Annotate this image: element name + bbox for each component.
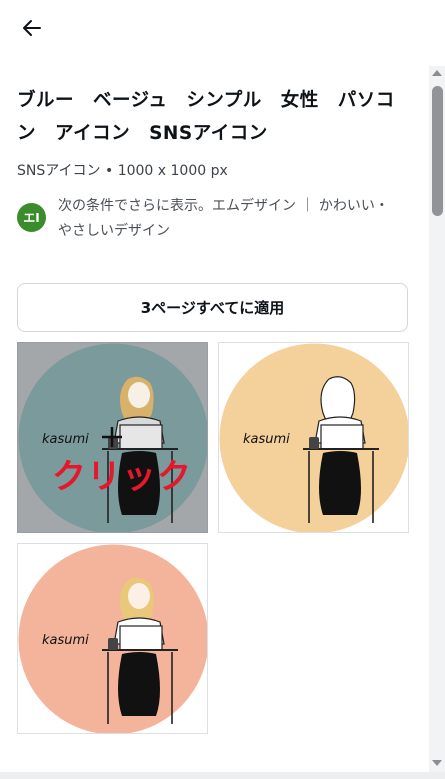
apply-all-pages-button[interactable]: 3ページすべてに適用 <box>17 283 408 332</box>
avatar[interactable]: エI <box>17 203 46 232</box>
kasumi-text: kasumi <box>42 432 89 447</box>
template-detail-panel: ブルー ベージュ シンプル 女性 パソコン アイコン SNSアイコン SNSアイ… <box>0 0 445 779</box>
click-overlay-label: クリック <box>52 457 192 497</box>
scroll-up-arrow-icon[interactable] <box>432 70 442 76</box>
kasumi-text: kasumi <box>243 432 290 447</box>
bottom-edge <box>0 772 445 779</box>
scrollbar-thumb[interactable] <box>432 86 443 216</box>
crosshair-cursor-icon <box>102 427 122 447</box>
page-thumbnail-2[interactable]: kasumi <box>218 342 409 533</box>
template-title: ブルー ベージュ シンプル 女性 パソコン アイコン SNSアイコン <box>17 90 395 144</box>
page-thumbnail-3[interactable]: kasumi <box>17 543 208 734</box>
page-thumbnail-1[interactable]: kasumi クリック <box>17 342 208 533</box>
back-button[interactable] <box>14 12 50 44</box>
scroll-content: ブルー ベージュ シンプル 女性 パソコン アイコン SNSアイコン SNSアイ… <box>0 66 445 772</box>
kasumi-text: kasumi <box>42 633 89 648</box>
scroll-down-arrow-icon[interactable] <box>432 760 442 766</box>
arrow-left-icon <box>23 20 41 36</box>
page-3-illustration: kasumi <box>18 544 207 733</box>
page-2-illustration: kasumi <box>219 343 408 532</box>
creator-row: エI 次の条件でさらに表示。エムデザイン ｜ かわいい・やさしいデザイン <box>17 194 397 244</box>
creator-link[interactable]: 次の条件でさらに表示。エムデザイン ｜ かわいい・やさしいデザイン <box>58 194 397 244</box>
template-meta: SNSアイコン • 1000 x 1000 px <box>17 163 228 179</box>
